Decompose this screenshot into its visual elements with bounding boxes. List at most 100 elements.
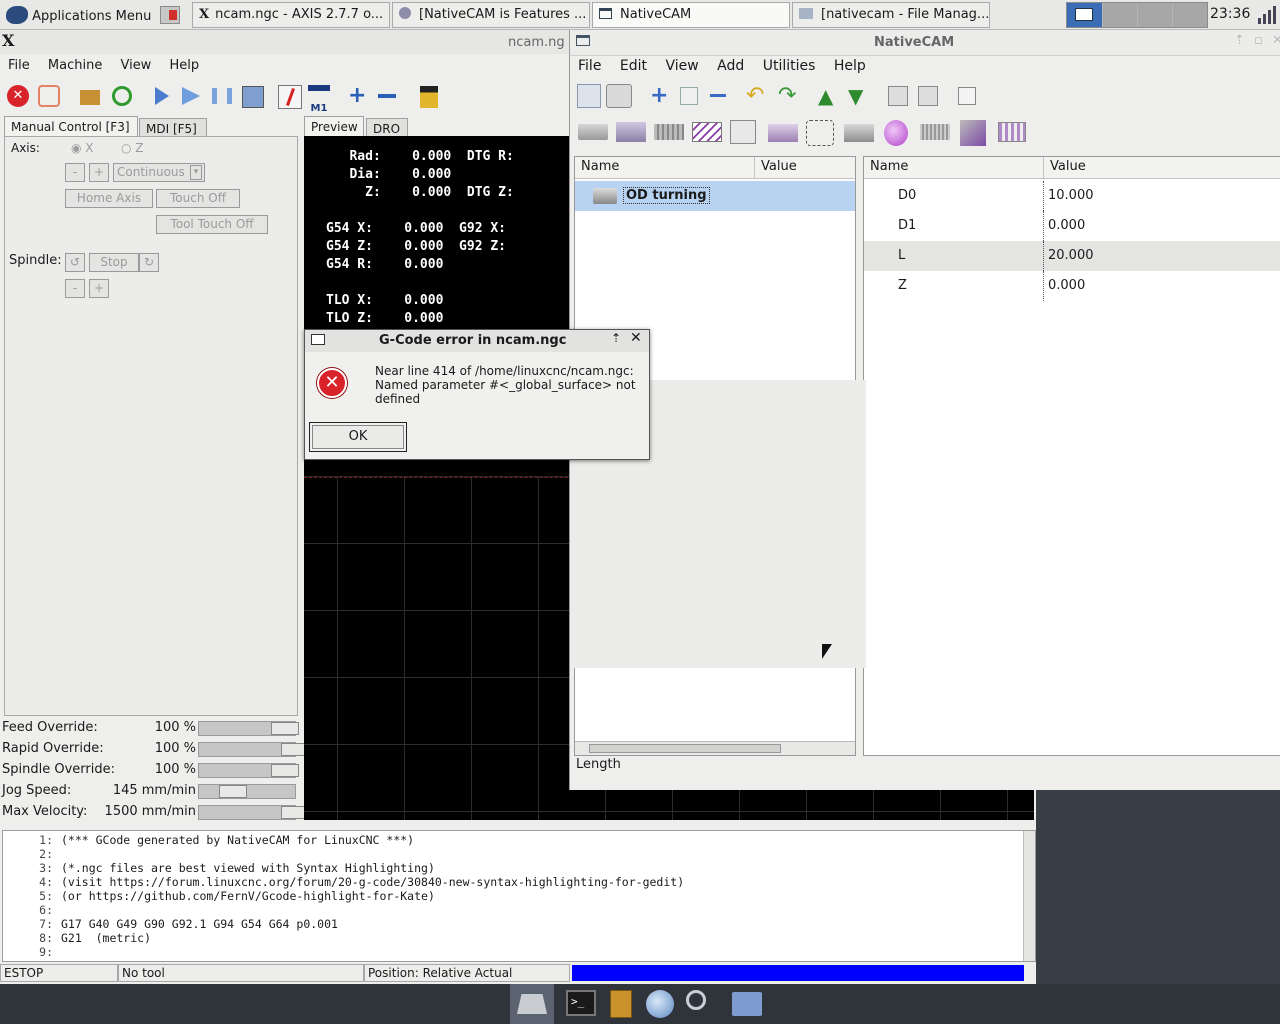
groove-icon[interactable] bbox=[692, 122, 722, 142]
tab-mdi[interactable]: MDI [F5] bbox=[139, 118, 207, 138]
nc-menu-edit[interactable]: Edit bbox=[620, 58, 647, 74]
task-axis[interactable]: Xncam.ngc - AXIS 2.7.7 o... bbox=[192, 2, 390, 28]
collapse-icon[interactable] bbox=[958, 87, 976, 105]
slider-thumb[interactable] bbox=[271, 722, 299, 735]
gcode-line[interactable]: 3: (*.ngc files are best viewed with Synt… bbox=[3, 861, 1035, 875]
gcode-scrollbar[interactable] bbox=[1023, 831, 1035, 961]
param-row[interactable]: L 20.000 bbox=[864, 241, 1280, 271]
axis-radio-z[interactable]: ○ Z bbox=[121, 141, 144, 155]
workspace-1[interactable] bbox=[1067, 3, 1102, 27]
override-slider[interactable] bbox=[198, 805, 309, 820]
maximize-icon[interactable]: ⇡ bbox=[1234, 33, 1245, 48]
nc-menu-view[interactable]: View bbox=[665, 58, 698, 74]
workspace-3[interactable] bbox=[1138, 3, 1172, 27]
tree-header-name[interactable]: Name bbox=[575, 157, 755, 179]
gcode-line[interactable]: 8: G21 (metric) bbox=[3, 931, 1035, 945]
spindle-stop-button[interactable]: Stop bbox=[89, 253, 139, 272]
menu-view[interactable]: View bbox=[120, 58, 151, 73]
bore-icon[interactable] bbox=[768, 124, 798, 142]
thread-icon[interactable] bbox=[654, 124, 684, 140]
optional-block-icon[interactable] bbox=[278, 85, 302, 109]
search-icon[interactable] bbox=[686, 990, 706, 1010]
menu-machine[interactable]: Machine bbox=[48, 58, 102, 73]
pattern-icon[interactable] bbox=[806, 120, 834, 146]
slider-thumb[interactable] bbox=[219, 785, 247, 798]
pause-icon[interactable] bbox=[212, 88, 232, 104]
params-header-value[interactable]: Value bbox=[1044, 157, 1280, 179]
spindle-cw-icon[interactable]: ↻ bbox=[139, 253, 159, 272]
tool-touch-off-button[interactable]: Tool Touch Off bbox=[156, 215, 268, 234]
estop-icon[interactable]: ✕ bbox=[7, 85, 29, 107]
gcode-line[interactable]: 4: (visit https://forum.linuxcnc.org/foru… bbox=[3, 875, 1035, 889]
zoom-in-icon[interactable]: + bbox=[348, 85, 368, 107]
menu-help[interactable]: Help bbox=[169, 58, 199, 73]
folder-icon[interactable] bbox=[732, 992, 762, 1016]
gcode-line[interactable]: 7: G17 G40 G49 G90 G92.1 G94 G54 G64 p0.0… bbox=[3, 917, 1035, 931]
tab-preview[interactable]: Preview bbox=[304, 116, 364, 136]
override-slider[interactable] bbox=[198, 784, 296, 799]
dedent-icon[interactable] bbox=[918, 86, 938, 106]
save-to-axis-icon[interactable] bbox=[577, 84, 601, 108]
task-nativecam[interactable]: NativeCAM bbox=[592, 2, 790, 28]
override-slider[interactable] bbox=[198, 742, 309, 757]
workspace-switcher[interactable] bbox=[1066, 2, 1208, 28]
param-value[interactable]: 0.000 bbox=[1048, 211, 1085, 241]
nc-menu-add[interactable]: Add bbox=[717, 58, 744, 74]
menu-file[interactable]: File bbox=[8, 58, 30, 73]
ok-button[interactable]: OK bbox=[309, 422, 407, 452]
spindle-ccw-icon[interactable]: ↺ bbox=[65, 253, 85, 272]
param-row[interactable]: D1 0.000 bbox=[864, 211, 1280, 241]
clock[interactable]: 23:36 bbox=[1210, 6, 1250, 22]
od-turning-icon[interactable] bbox=[578, 124, 608, 140]
spindle-plus-button[interactable]: + bbox=[89, 279, 109, 298]
terminal-icon[interactable]: >_ bbox=[566, 990, 596, 1016]
part-off-icon[interactable] bbox=[998, 122, 1026, 142]
move-up-icon[interactable]: ▲ bbox=[818, 84, 833, 108]
nc-menu-utilities[interactable]: Utilities bbox=[763, 58, 816, 74]
quit-icon[interactable] bbox=[160, 6, 180, 24]
tree-hscrollbar[interactable] bbox=[575, 741, 855, 755]
settings-icon[interactable] bbox=[606, 84, 632, 108]
duplicate-icon[interactable] bbox=[680, 87, 698, 105]
zoom-out-icon[interactable] bbox=[378, 94, 396, 98]
jog-mode-select[interactable]: Continuous ▾ bbox=[113, 163, 205, 182]
params-table[interactable]: Name Value D0 10.000 D1 0.000 L 20.000 Z 0.000 bbox=[863, 156, 1280, 756]
touch-off-button[interactable]: Touch Off bbox=[156, 189, 240, 208]
gcode-line[interactable]: 2: bbox=[3, 847, 1035, 861]
drill-icon[interactable] bbox=[730, 120, 756, 144]
gcode-view[interactable]: 1: (*** GCode generated by NativeCAM for … bbox=[2, 830, 1036, 962]
override-slider[interactable] bbox=[198, 763, 299, 778]
nc-menu-file[interactable]: File bbox=[578, 58, 601, 74]
restore-icon[interactable]: ▫ bbox=[1254, 33, 1263, 48]
param-row[interactable]: D0 10.000 bbox=[864, 181, 1280, 211]
param-value[interactable]: 0.000 bbox=[1048, 271, 1085, 301]
tab-manual-control[interactable]: Manual Control [F3] bbox=[4, 116, 138, 136]
clear-backplot-icon[interactable] bbox=[420, 86, 438, 108]
param-row[interactable]: Z 0.000 bbox=[864, 271, 1280, 301]
params-header-name[interactable]: Name bbox=[864, 157, 1044, 179]
close-icon[interactable]: ✕ bbox=[1272, 33, 1280, 48]
stop-icon[interactable] bbox=[242, 86, 264, 108]
power-icon[interactable] bbox=[38, 85, 60, 107]
applications-menu[interactable]: Applications Menu bbox=[2, 2, 154, 28]
jog-minus-button[interactable]: - bbox=[65, 163, 85, 182]
override-slider[interactable] bbox=[198, 721, 299, 736]
step-icon[interactable] bbox=[182, 87, 200, 105]
spindle-minus-button[interactable]: - bbox=[65, 279, 85, 298]
show-desktop-icon[interactable] bbox=[517, 994, 547, 1014]
remove-icon[interactable] bbox=[710, 94, 726, 97]
tree-header-value[interactable]: Value bbox=[755, 157, 855, 179]
gcode-line[interactable]: 1: (*** GCode generated by NativeCAM for … bbox=[3, 833, 1035, 847]
file-cabinet-icon[interactable] bbox=[610, 990, 632, 1018]
indent-icon[interactable] bbox=[888, 86, 908, 106]
gcode-line[interactable]: 9: bbox=[3, 945, 1035, 959]
nc-menu-help[interactable]: Help bbox=[834, 58, 866, 74]
sphere-icon[interactable] bbox=[884, 120, 908, 146]
task-file-manager[interactable]: [nativecam - File Manag... bbox=[792, 2, 990, 28]
move-down-icon[interactable]: ▼ bbox=[848, 84, 863, 108]
reload-icon[interactable] bbox=[112, 86, 132, 106]
gcode-line[interactable]: 5: (or https://github.com/FernV/Gcode-hig… bbox=[3, 889, 1035, 903]
gcode-line[interactable]: 6: bbox=[3, 903, 1035, 917]
open-file-icon[interactable] bbox=[80, 90, 100, 105]
workspace-2[interactable] bbox=[1103, 3, 1137, 27]
